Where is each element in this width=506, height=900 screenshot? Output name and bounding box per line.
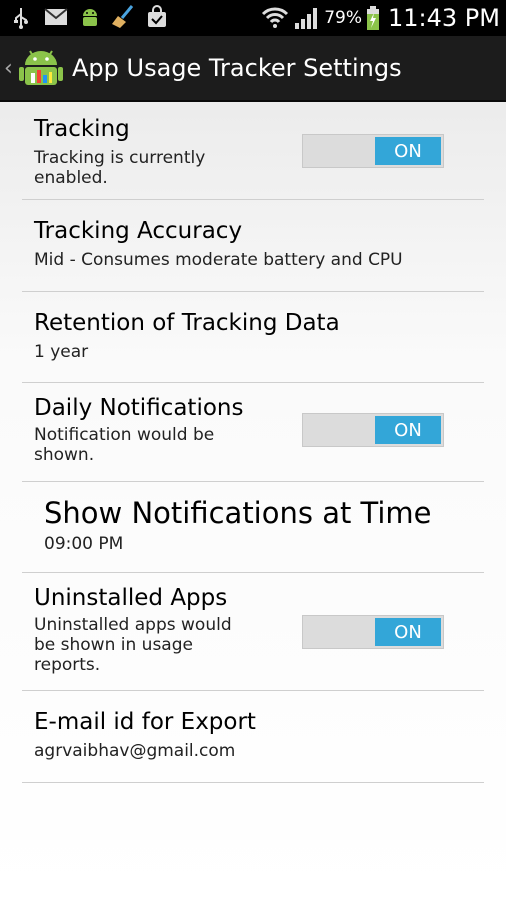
toggle-on-label: ON [375, 416, 441, 444]
status-bar: 79% 11:43 PM [0, 0, 506, 36]
setting-title: Uninstalled Apps [34, 585, 228, 611]
settings-list: Tracking Tracking is currently enabled. … [0, 102, 506, 783]
setting-summary: agrvaibhav@gmail.com [34, 741, 236, 761]
wifi-icon [262, 7, 289, 28]
shopping-bag-icon [148, 5, 166, 27]
setting-export-email[interactable]: E-mail id for Export agrvaibhav@gmail.co… [22, 691, 484, 783]
setting-summary: 1 year [34, 342, 89, 362]
setting-title: Tracking Accuracy [34, 218, 243, 244]
setting-daily-notifications[interactable]: Daily Notifications Notification would b… [22, 383, 484, 482]
page-title: App Usage Tracker Settings [72, 54, 402, 82]
setting-uninstalled-apps[interactable]: Uninstalled Apps Uninstalled apps would … [22, 573, 484, 691]
android-chart-icon[interactable] [18, 45, 64, 91]
setting-retention[interactable]: Retention of Tracking Data 1 year [22, 292, 484, 383]
battery-percent: 79% [324, 8, 363, 28]
setting-tracking[interactable]: Tracking Tracking is currently enabled. … [22, 102, 484, 200]
setting-summary: 09:00 PM [44, 534, 124, 554]
daily-notifications-toggle[interactable]: ON [302, 413, 444, 447]
usb-icon [14, 8, 28, 29]
setting-summary: Mid - Consumes moderate battery and CPU [34, 250, 403, 270]
signal-icon [295, 8, 318, 29]
uninstalled-apps-toggle[interactable]: ON [302, 615, 444, 649]
setting-title: Retention of Tracking Data [34, 310, 340, 336]
toggle-on-label: ON [375, 137, 441, 165]
setting-notification-time[interactable]: Show Notifications at Time 09:00 PM [22, 482, 484, 573]
android-icon [83, 9, 97, 26]
setting-tracking-accuracy[interactable]: Tracking Accuracy Mid - Consumes moderat… [22, 200, 484, 292]
setting-title: E-mail id for Export [34, 709, 256, 735]
action-bar: ‹ App Usage Tracker Settings [0, 36, 506, 102]
tracking-toggle[interactable]: ON [302, 134, 444, 168]
setting-title: Show Notifications at Time [44, 496, 432, 530]
chevron-left-icon[interactable]: ‹ [4, 56, 16, 81]
broom-icon [112, 5, 134, 28]
clock-time: 11:43 PM [388, 4, 500, 32]
gmail-icon [44, 8, 68, 25]
battery-charging-icon [367, 6, 380, 30]
toggle-on-label: ON [375, 618, 441, 646]
